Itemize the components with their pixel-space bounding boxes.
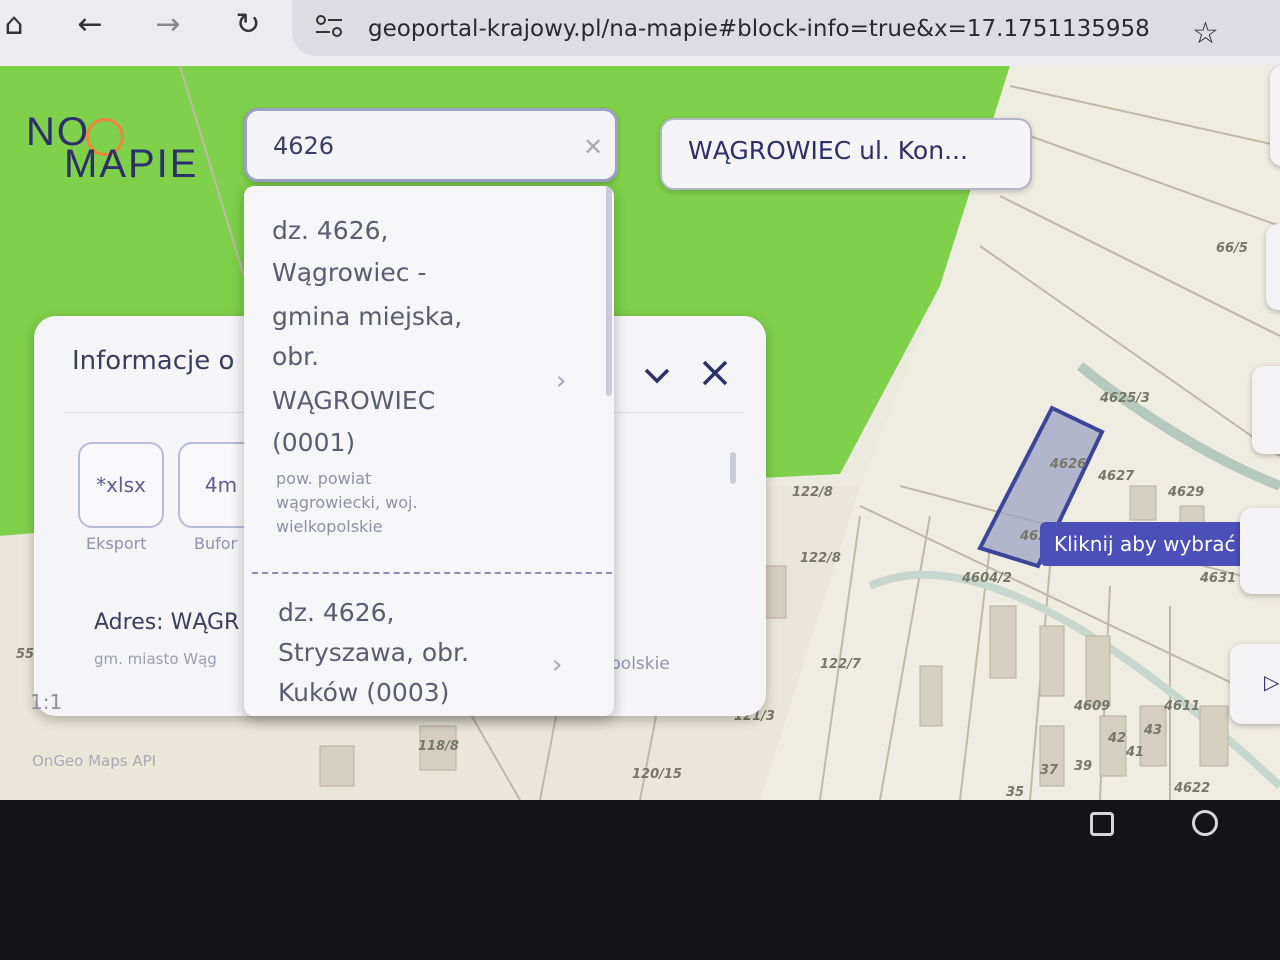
parcel-label: 41 [1125,745,1144,760]
site-settings-icon[interactable] [314,12,344,40]
parcel-label: 4604/2 [961,571,1012,586]
parcel-label: 43 [1143,723,1162,738]
play-icon: ▷ [1264,670,1280,694]
search-result-item[interactable]: dz. 4626, Wągrowiec - gmina miejska, obr… [244,186,614,572]
dropdown-separator [252,572,612,574]
parcel-label: 4625/3 [1099,391,1150,406]
forward-icon[interactable]: → [146,4,190,44]
play-button[interactable]: ▷ [1230,644,1280,724]
map-attribution: OnGeo Maps API [32,752,157,770]
scale-bar-text: 1:1 [30,690,63,714]
parcel-label: 122/8 [800,551,841,566]
side-button[interactable] [1252,366,1280,454]
result-line: dz. 4626, [272,216,389,245]
screen: ⌂ ← → ↻ geoportal-krajowy.pl/na-mapie#bl… [0,0,1280,960]
export-xlsx-button[interactable]: *xlsx [78,442,164,528]
parcel-label: 4629 [1167,485,1204,500]
chevron-down-icon[interactable] [640,358,674,392]
parcel-label: 120/15 [632,767,682,782]
parcel-label: 122/7 [820,657,862,672]
export-caption: Eksport [86,534,147,553]
parcel-label: 4622 [1173,781,1210,796]
result-line: dz. 4626, [278,598,395,627]
parcel-label: 4611 [1163,699,1200,714]
side-button[interactable] [1266,224,1280,310]
clear-search-icon[interactable]: ✕ [583,133,603,161]
parcel-label: 66/5 [1216,241,1248,256]
url-text[interactable]: geoportal-krajowy.pl/na-mapie#block-info… [368,16,1150,42]
info-panel-title: Informacje o [72,346,235,376]
result-subline: wągrowiecki, woj. [276,493,418,512]
result-line: Kuków (0003) [278,678,450,707]
back-icon[interactable]: ← [68,4,112,44]
home-circle-icon[interactable] [1192,810,1218,836]
side-button[interactable] [1240,508,1280,594]
bookmark-star-icon[interactable]: ☆ [1192,16,1219,51]
system-navigation-bar [0,800,1280,960]
side-button[interactable] [1270,66,1280,166]
address-button-label: WĄGROWIEC ul. Kon... [688,136,968,165]
parcel-label: 39 [1074,759,1092,774]
close-icon[interactable] [698,356,732,390]
result-line: WĄGROWIEC [272,386,436,415]
buffer-caption: Bufor [194,534,238,553]
address-bar[interactable]: geoportal-krajowy.pl/na-mapie#block-info… [292,0,1280,56]
search-results-dropdown: dz. 4626, Wągrowiec - gmina miejska, obr… [244,186,614,716]
parcel-label: 122/8 [792,485,833,500]
parcel-label: 37 [1040,763,1059,778]
result-line: (0001) [272,428,356,457]
parcel-label: 4626 [1049,457,1086,472]
chevron-right-icon: › [552,650,563,680]
address-subline: gm. miasto Wąg [94,650,217,668]
parcel-label: 4609 [1073,699,1110,714]
result-subline: pow. powiat [276,469,372,488]
result-line: obr. [272,342,320,371]
result-line: Wągrowiec - [272,258,427,287]
reload-icon[interactable]: ↻ [226,4,270,44]
search-input[interactable] [273,129,563,163]
parcel-label: 118/8 [418,739,459,754]
browser-toolbar: ⌂ ← → ↻ geoportal-krajowy.pl/na-mapie#bl… [0,0,1280,66]
home-icon[interactable]: ⌂ [0,4,36,44]
logo-text-mapie: MAPIE [64,142,199,186]
search-result-item[interactable]: dz. 4626, Stryszawa, obr. Kuków (0003) › [244,576,614,716]
result-line: gmina miejska, [272,302,463,331]
app-logo[interactable]: NO MAPIE [26,110,216,190]
address-button[interactable]: WĄGROWIEC ul. Kon... [660,118,1032,190]
chevron-right-icon: › [556,366,567,396]
scrollbar[interactable] [730,452,736,484]
parcel-label: 42 [1107,731,1126,746]
result-subline: wielkopolskie [276,517,383,536]
search-box[interactable]: ✕ [244,108,618,182]
region-text: polskie [610,654,670,674]
recent-apps-icon[interactable] [1090,812,1114,836]
parcel-label: 35 [1006,785,1024,800]
address-line: Adres: WĄGR [94,610,240,635]
select-tooltip[interactable]: Kliknij aby wybrać [1040,522,1250,566]
result-line: Stryszawa, obr. [278,638,469,667]
parcel-label: 4631 [1199,571,1236,586]
parcel-label: 4627 [1097,469,1135,484]
